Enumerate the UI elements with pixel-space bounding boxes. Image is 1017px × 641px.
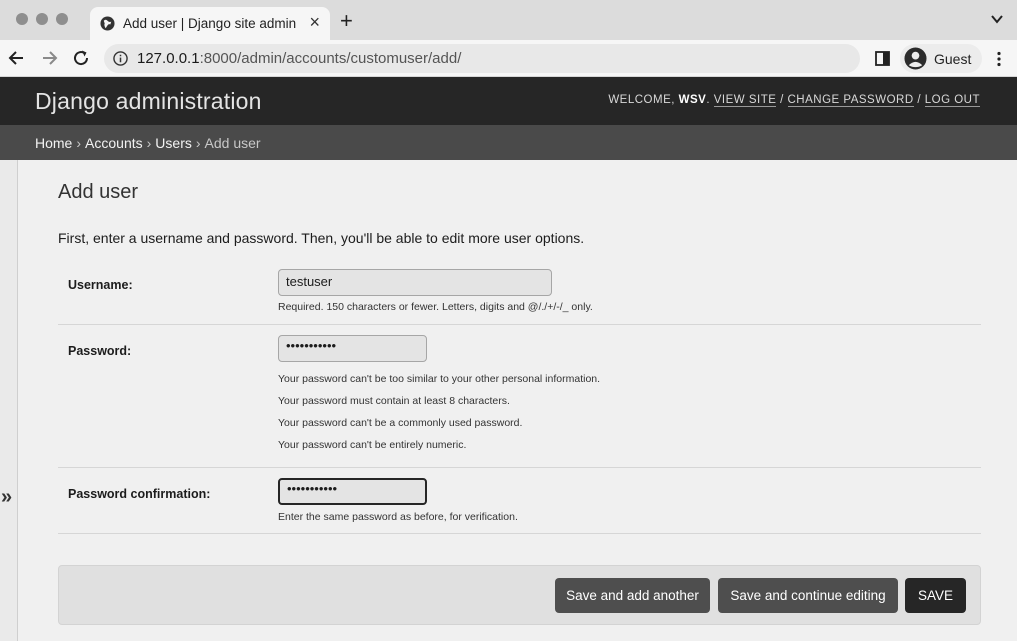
forward-arrow-icon[interactable] bbox=[39, 48, 59, 68]
back-arrow-icon[interactable] bbox=[7, 48, 27, 68]
breadcrumb-accounts[interactable]: Accounts bbox=[85, 135, 143, 151]
url-path: :8000/admin/accounts/customuser/add/ bbox=[199, 50, 462, 67]
double-chevron-right-icon: » bbox=[1, 486, 13, 508]
window-zoom-button[interactable] bbox=[56, 13, 68, 25]
password-field[interactable]: ••••••••••• bbox=[278, 335, 427, 362]
window-close-button[interactable] bbox=[16, 13, 28, 25]
profile-label: Guest bbox=[934, 51, 972, 67]
tab-title: Add user | Django site admin bbox=[123, 16, 297, 31]
address-bar[interactable]: 127.0.0.1:8000/admin/accounts/customuser… bbox=[104, 44, 860, 73]
admin-header: Django administration Welcome, wsv. View… bbox=[0, 77, 1017, 125]
save-and-add-another-button[interactable]: Save and add another bbox=[555, 578, 710, 613]
new-tab-button[interactable]: + bbox=[340, 8, 353, 34]
current-username: wsv bbox=[678, 94, 707, 106]
password-row: Password: ••••••••••• Your password can'… bbox=[58, 325, 981, 468]
username-field[interactable]: testuser bbox=[278, 269, 552, 296]
url-host: 127.0.0.1 bbox=[137, 50, 200, 67]
info-icon[interactable] bbox=[113, 51, 128, 66]
welcome-text: Welcome, bbox=[608, 94, 675, 106]
view-site-link[interactable]: View site bbox=[713, 94, 777, 107]
tab-close-icon[interactable]: × bbox=[309, 12, 320, 33]
profile-button[interactable]: Guest bbox=[900, 44, 982, 73]
change-password-link[interactable]: Change password bbox=[787, 94, 914, 107]
breadcrumb-current: Add user bbox=[204, 135, 261, 151]
username-help: Required. 150 characters or fewer. Lette… bbox=[278, 301, 593, 313]
breadcrumb-separator: › bbox=[76, 135, 82, 151]
password-label: Password: bbox=[68, 344, 132, 358]
reload-icon[interactable] bbox=[71, 48, 91, 68]
password-help-common: Your password can't be a commonly used p… bbox=[278, 417, 523, 429]
username-row: Username: testuser Required. 150 charact… bbox=[58, 260, 981, 325]
window-minimize-button[interactable] bbox=[36, 13, 48, 25]
nav-sidebar-toggle[interactable]: » bbox=[0, 160, 18, 641]
username-label: Username: bbox=[68, 278, 133, 292]
form-intro: First, enter a username and password. Th… bbox=[58, 230, 585, 246]
submit-row: Save and add another Save and continue e… bbox=[58, 565, 981, 625]
log-out-link[interactable]: Log out bbox=[924, 94, 980, 107]
breadcrumb-home[interactable]: Home bbox=[35, 135, 72, 151]
password-confirmation-label: Password confirmation: bbox=[68, 487, 211, 501]
password-help-numeric: Your password can't be entirely numeric. bbox=[278, 439, 467, 451]
page-title: Add user bbox=[58, 181, 139, 203]
side-panel-icon[interactable] bbox=[875, 51, 890, 66]
save-button[interactable]: SAVE bbox=[905, 578, 966, 613]
globe-icon bbox=[100, 16, 115, 31]
breadcrumb-separator: › bbox=[146, 135, 152, 151]
site-branding[interactable]: Django administration bbox=[35, 88, 262, 115]
password-help-similarity: Your password can't be too similar to yo… bbox=[278, 373, 601, 385]
browser-tab[interactable]: Add user | Django site admin × bbox=[90, 7, 330, 40]
password-confirmation-field[interactable]: ••••••••••• bbox=[278, 478, 427, 505]
chevron-down-icon[interactable] bbox=[990, 12, 1004, 26]
avatar-icon bbox=[904, 47, 927, 70]
user-tools: Welcome, wsv. View site / Change passwor… bbox=[608, 94, 980, 107]
url-text: 127.0.0.1:8000/admin/accounts/customuser… bbox=[137, 50, 461, 67]
more-vert-icon[interactable] bbox=[993, 51, 1005, 67]
browser-tab-bar: Add user | Django site admin × + bbox=[0, 0, 1017, 40]
breadcrumb-separator: › bbox=[195, 135, 201, 151]
breadcrumb-users[interactable]: Users bbox=[155, 135, 192, 151]
password-confirmation-help: Enter the same password as before, for v… bbox=[278, 511, 518, 523]
breadcrumb: Home › Accounts › Users › Add user bbox=[0, 125, 1017, 160]
password-confirmation-row: Password confirmation: ••••••••••• Enter… bbox=[58, 468, 981, 534]
save-and-continue-button[interactable]: Save and continue editing bbox=[718, 578, 898, 613]
password-help-length: Your password must contain at least 8 ch… bbox=[278, 395, 510, 407]
browser-toolbar: 127.0.0.1:8000/admin/accounts/customuser… bbox=[0, 40, 1017, 77]
